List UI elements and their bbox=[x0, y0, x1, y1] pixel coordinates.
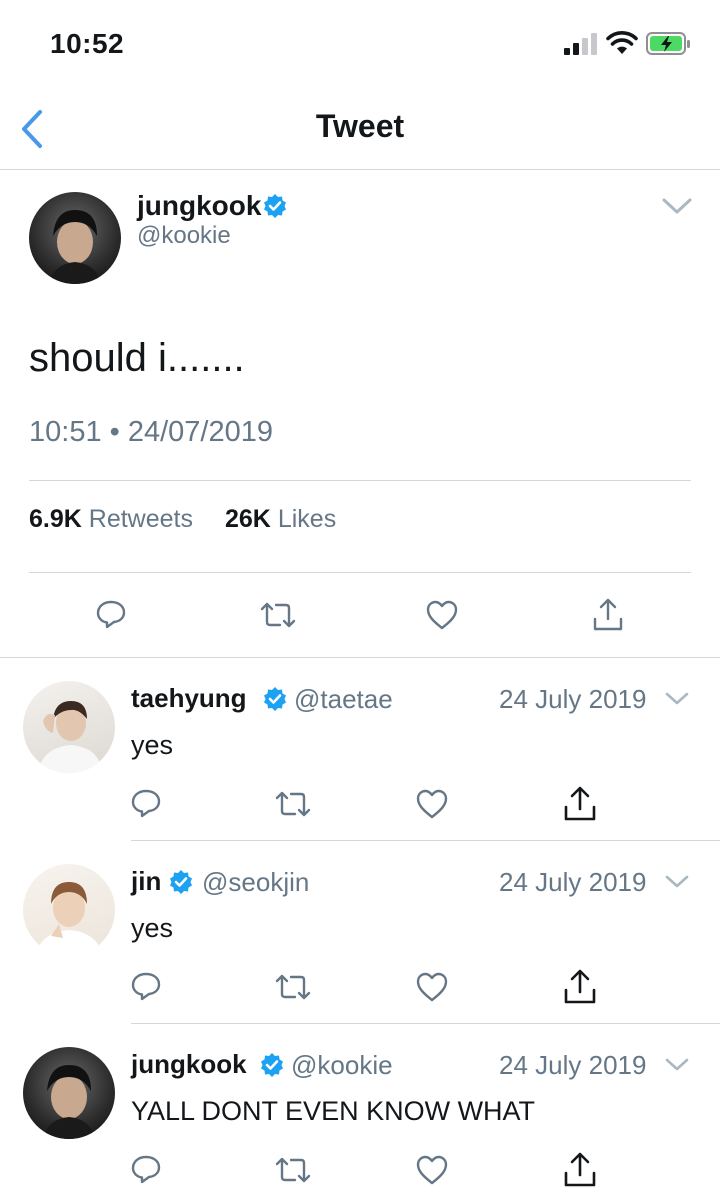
reply-text: yes bbox=[131, 730, 174, 760]
share-icon[interactable] bbox=[561, 785, 599, 823]
avatar-taehyung[interactable] bbox=[23, 681, 115, 773]
reply-author-name[interactable]: jin bbox=[131, 866, 161, 897]
reply-divider bbox=[131, 1023, 720, 1024]
reply-text: yes bbox=[131, 913, 174, 943]
reply-text: YALL DONT EVEN KNOW WHAT bbox=[131, 1096, 536, 1126]
main-tweet-divider bbox=[0, 657, 720, 658]
reply-author-name[interactable]: taehyung bbox=[131, 683, 247, 714]
reply-divider bbox=[131, 840, 720, 841]
reply-author-handle[interactable]: @kookie bbox=[291, 1050, 393, 1081]
reply-options-chevron-icon[interactable] bbox=[664, 873, 690, 891]
verified-badge-icon bbox=[168, 869, 194, 895]
reply-date: 24 July 2019 bbox=[499, 867, 647, 897]
verified-badge-icon bbox=[262, 686, 288, 712]
reply-icon[interactable] bbox=[130, 787, 162, 819]
wifi-icon bbox=[606, 30, 638, 56]
reply-icon[interactable] bbox=[130, 1153, 162, 1185]
avatar-jin[interactable] bbox=[23, 864, 115, 956]
share-icon[interactable] bbox=[590, 597, 626, 633]
verified-badge-icon bbox=[259, 1052, 285, 1078]
retweet-icon[interactable] bbox=[258, 600, 298, 630]
reply-options-chevron-icon[interactable] bbox=[664, 1056, 690, 1074]
nav-divider bbox=[0, 169, 720, 170]
stats-top-divider bbox=[29, 480, 691, 481]
retweets-stat[interactable]: 6.9K Retweets bbox=[29, 505, 193, 534]
retweet-icon[interactable] bbox=[273, 1155, 313, 1185]
retweets-count: 6.9K bbox=[29, 505, 82, 533]
reply-icon[interactable] bbox=[130, 970, 162, 1002]
like-heart-icon[interactable] bbox=[415, 788, 449, 820]
verified-badge-icon bbox=[262, 193, 288, 219]
like-heart-icon[interactable] bbox=[415, 1154, 449, 1186]
avatar-jungkook[interactable] bbox=[23, 1047, 115, 1139]
cellular-signal-icon bbox=[563, 32, 599, 56]
retweet-icon[interactable] bbox=[273, 972, 313, 1002]
reply-date: 24 July 2019 bbox=[499, 1050, 647, 1080]
tweet-options-chevron-icon[interactable] bbox=[660, 194, 694, 218]
status-time: 10:52 bbox=[50, 28, 125, 59]
share-icon[interactable] bbox=[561, 968, 599, 1006]
likes-label: Likes bbox=[277, 505, 337, 533]
retweet-icon[interactable] bbox=[273, 789, 313, 819]
tweet-text: should i....... bbox=[29, 336, 245, 380]
like-heart-icon[interactable] bbox=[415, 971, 449, 1003]
likes-stat[interactable]: 26K Likes bbox=[225, 505, 336, 534]
tweet-timestamp: 10:51 • 24/07/2019 bbox=[29, 416, 273, 448]
share-icon[interactable] bbox=[561, 1151, 599, 1189]
reply-options-chevron-icon[interactable] bbox=[664, 690, 690, 708]
likes-count: 26K bbox=[225, 505, 271, 533]
reply-author-handle[interactable]: @seokjin bbox=[202, 867, 309, 898]
author-handle[interactable]: @kookie bbox=[137, 222, 231, 250]
reply-date: 24 July 2019 bbox=[499, 684, 647, 714]
stats-bottom-divider bbox=[29, 572, 691, 573]
reply-author-handle[interactable]: @taetae bbox=[294, 684, 393, 715]
author-name[interactable]: jungkook bbox=[137, 190, 261, 222]
reply-icon[interactable] bbox=[95, 598, 127, 630]
avatar-jungkook[interactable] bbox=[29, 192, 121, 284]
reply-author-name[interactable]: jungkook bbox=[131, 1049, 247, 1080]
retweets-label: Retweets bbox=[88, 505, 193, 533]
like-heart-icon[interactable] bbox=[425, 599, 459, 631]
battery-charging-icon bbox=[646, 31, 692, 57]
page-title: Tweet bbox=[315, 108, 405, 144]
